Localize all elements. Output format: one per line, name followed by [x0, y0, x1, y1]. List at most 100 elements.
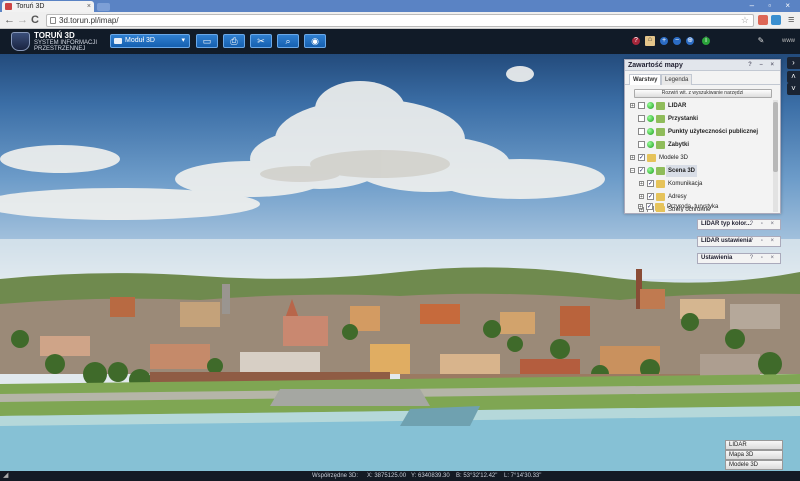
tools-button[interactable]: ✂	[250, 34, 272, 48]
settings-panel[interactable]: Ustawienia ? ▫ ×	[697, 253, 781, 264]
layer-type-icon	[656, 102, 665, 110]
home-icon[interactable]: ⌂	[645, 36, 655, 46]
globe-button[interactable]: ◉	[304, 34, 326, 48]
tab-legend[interactable]: Legenda	[661, 74, 693, 85]
module-icon	[114, 38, 122, 44]
coord-lat: B: 53°32'12.42"	[456, 473, 498, 479]
browser-tab[interactable]: Toruń 3D ×	[2, 1, 94, 12]
layer-row-punkty[interactable]: Punkty użyteczności publicznej	[625, 126, 770, 138]
expand-icon[interactable]: +	[630, 155, 635, 161]
layer-row-przystanki[interactable]: Przystanki	[625, 113, 770, 125]
expand-icon[interactable]: +	[639, 194, 644, 200]
panel-title: LIDAR typ kolor...	[701, 221, 752, 227]
layer-checkbox[interactable]: ✓	[646, 203, 653, 210]
zoom-out-icon[interactable]: −	[673, 37, 681, 45]
layer-row-komunikacja[interactable]: + ✓ Komunikacja	[625, 178, 770, 190]
module-select[interactable]: Moduł 3D ▾	[110, 34, 190, 48]
layer-row-zabytki[interactable]: Zabytki	[625, 139, 770, 151]
expand-tools-button[interactable]: Rozwiń wit. z wyszukiwanie narzędzi	[633, 89, 772, 98]
layer-label: Scena 3D	[666, 165, 698, 177]
favicon-icon	[5, 3, 12, 10]
bookmark-star-icon[interactable]: ☆	[741, 15, 749, 26]
view-map-3d-button[interactable]: Mapa 3D	[725, 450, 783, 460]
search-button[interactable]: ⌕	[277, 34, 299, 48]
header-right-text: www	[782, 38, 795, 44]
reload-icon[interactable]: C	[31, 14, 39, 26]
info-icon[interactable]: i	[702, 37, 710, 45]
lidar-color-panel[interactable]: LIDAR typ kolor... ? ▫ ×	[697, 219, 781, 230]
panel-title: Ustawienia	[701, 255, 733, 261]
coord-lon: L: 7°14'30.33"	[504, 473, 542, 479]
layer-row-scena-3d[interactable]: − ✓ Scena 3D	[625, 165, 770, 177]
layer-row-lidar[interactable]: + LIDAR	[625, 100, 770, 112]
tab-layers[interactable]: Warstwy	[629, 74, 662, 85]
list-button[interactable]: ▭	[196, 34, 218, 48]
layer-checkbox[interactable]	[638, 128, 645, 135]
panel-scrollbar[interactable]	[773, 100, 778, 212]
url-text: 3d.torun.pl/imap/	[59, 16, 119, 25]
back-icon[interactable]: ←	[4, 14, 15, 26]
layer-label: Przyroda, turystyka	[667, 204, 719, 210]
address-bar[interactable]: 3d.torun.pl/imap/ ☆	[46, 14, 754, 27]
extension-icon[interactable]	[771, 15, 781, 25]
layer-checkbox[interactable]: ✓	[638, 154, 645, 161]
panel-window-controls[interactable]: ? ▫ ×	[750, 237, 777, 246]
layer-label: Zabytki	[668, 142, 690, 148]
view-models-3d-button[interactable]: Modele 3D	[725, 460, 783, 470]
layer-status-icon	[647, 167, 654, 174]
brand-subtitle-line2: PRZESTRZENNEJ	[34, 46, 86, 52]
new-tab-button[interactable]	[97, 3, 110, 11]
layer-label: Modele 3D	[659, 155, 689, 161]
expand-icon[interactable]: +	[630, 103, 635, 109]
layer-checkbox[interactable]	[638, 102, 645, 109]
expand-icon[interactable]: +	[638, 204, 643, 210]
layer-checkbox[interactable]: ✓	[638, 167, 645, 174]
collapse-icon[interactable]: −	[630, 168, 635, 174]
layer-type-icon	[656, 141, 665, 149]
print-button[interactable]: ⎙	[223, 34, 245, 48]
layer-row-przyroda[interactable]: + ✓ Przyroda, turystyka	[624, 201, 769, 213]
help-icon[interactable]: ?	[632, 37, 640, 45]
list-icon: ▭	[202, 36, 212, 46]
layer-type-icon	[656, 128, 665, 136]
panel-window-controls[interactable]: ? – ×	[748, 60, 777, 71]
layer-checkbox[interactable]: ✓	[647, 180, 654, 187]
expand-icon[interactable]: +	[639, 181, 644, 187]
panel-scroll-up-icon[interactable]: ˄	[787, 71, 800, 83]
panel-title: LIDAR ustawienia	[701, 238, 752, 244]
tab-title: Toruń 3D	[16, 3, 45, 10]
panel-toggle-right-icon[interactable]: ›	[787, 57, 800, 69]
page-icon	[50, 17, 56, 24]
torun-crest-logo	[11, 32, 30, 51]
menu-icon[interactable]: ≡	[788, 14, 794, 26]
coords-label: Współrzędne 3D:	[312, 473, 359, 479]
status-bar: ◢ Współrzędne 3D: X: 3875125.00 Y: 63408…	[0, 471, 800, 481]
scrollbar-thumb[interactable]	[773, 102, 778, 172]
window-controls[interactable]: – ▫ ×	[750, 0, 796, 11]
panel-scroll-down-icon[interactable]: ˅	[787, 83, 800, 95]
map-content-panel: Zawartość mapy ? – × Warstwy Legenda Roz…	[624, 59, 781, 214]
browser-tabbar: Toruń 3D × – ▫ ×	[0, 0, 800, 12]
folder-icon	[656, 193, 665, 201]
layer-checkbox[interactable]	[638, 141, 645, 148]
zoom-in-icon[interactable]: +	[660, 37, 668, 45]
layer-label: Komunikacja	[668, 181, 703, 187]
zoom-extent-icon[interactable]: ⊕	[686, 37, 694, 45]
print-icon: ⎙	[230, 36, 238, 46]
extension-icon[interactable]	[758, 15, 768, 25]
forward-icon[interactable]: →	[17, 14, 28, 26]
layer-tree: + LIDAR Przystanki Punkty użyteczności p…	[625, 100, 780, 212]
panel-title-bar: Zawartość mapy ? – ×	[625, 60, 780, 71]
tab-close-icon[interactable]: ×	[87, 1, 91, 12]
panel-window-controls[interactable]: ? ▫ ×	[750, 220, 777, 229]
settings-icon[interactable]: ✎	[757, 37, 765, 45]
layer-checkbox[interactable]	[638, 115, 645, 122]
layer-row-modele-3d[interactable]: + ✓ Modele 3D	[625, 152, 770, 164]
resize-corner-icon[interactable]: ◢	[3, 472, 8, 480]
lidar-settings-panel[interactable]: LIDAR ustawienia ? ▫ ×	[697, 236, 781, 247]
app-header: TORUŃ 3D SYSTEM INFORMACJI PRZESTRZENNEJ…	[0, 29, 800, 54]
panel-window-controls[interactable]: ? ▫ ×	[750, 254, 777, 263]
view-lidar-button[interactable]: LIDAR	[725, 440, 783, 450]
coord-x: X: 3875125.00	[367, 473, 407, 479]
layer-checkbox[interactable]: ✓	[647, 193, 654, 200]
